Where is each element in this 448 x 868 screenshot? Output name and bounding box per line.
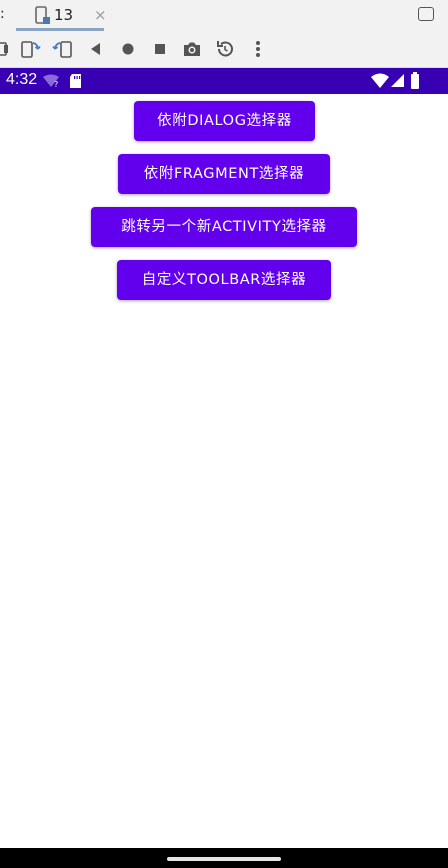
- device-tab[interactable]: 13 ×: [16, 0, 107, 31]
- emulator-toolbar: [0, 31, 448, 68]
- sd-card-icon: [70, 74, 81, 88]
- close-icon[interactable]: ×: [94, 6, 107, 24]
- screenshot-icon[interactable]: [181, 38, 203, 60]
- toolbar-picker-button[interactable]: 自定义TOOLBAR选择器: [117, 260, 331, 300]
- tab-strip-prefix: :: [0, 6, 5, 22]
- wifi-question-icon: ?: [43, 74, 59, 88]
- app-content: 依附DIALOG选择器 依附FRAGMENT选择器 跳转另一个新ACTIVITY…: [0, 94, 448, 848]
- activity-picker-button[interactable]: 跳转另一个新ACTIVITY选择器: [91, 207, 357, 247]
- cell-signal-icon: [391, 74, 404, 87]
- device-icon: [35, 6, 50, 24]
- sidebar-toggle-icon[interactable]: [0, 38, 14, 60]
- gesture-handle[interactable]: [167, 857, 281, 861]
- dialog-picker-button[interactable]: 依附DIALOG选择器: [134, 101, 315, 141]
- wifi-icon: [371, 73, 389, 88]
- ide-tab-strip: : 13 ×: [0, 0, 448, 32]
- snapshot-history-icon[interactable]: [214, 38, 236, 60]
- more-options-icon[interactable]: [247, 38, 269, 60]
- fragment-picker-button[interactable]: 依附FRAGMENT选择器: [118, 154, 330, 194]
- home-icon[interactable]: [117, 38, 139, 60]
- restore-window-icon[interactable]: [418, 7, 434, 21]
- svg-text:?: ?: [54, 80, 58, 88]
- status-time: 4:32: [6, 71, 38, 88]
- rotate-left-icon[interactable]: [19, 38, 41, 60]
- battery-icon: [411, 72, 419, 89]
- device-tab-label: 13: [54, 6, 74, 24]
- overview-icon[interactable]: [149, 38, 171, 60]
- back-icon[interactable]: [85, 38, 107, 60]
- rotate-right-icon[interactable]: [52, 38, 74, 60]
- android-nav-bar: [0, 848, 448, 868]
- android-status-bar: 4:32 ?: [0, 68, 448, 94]
